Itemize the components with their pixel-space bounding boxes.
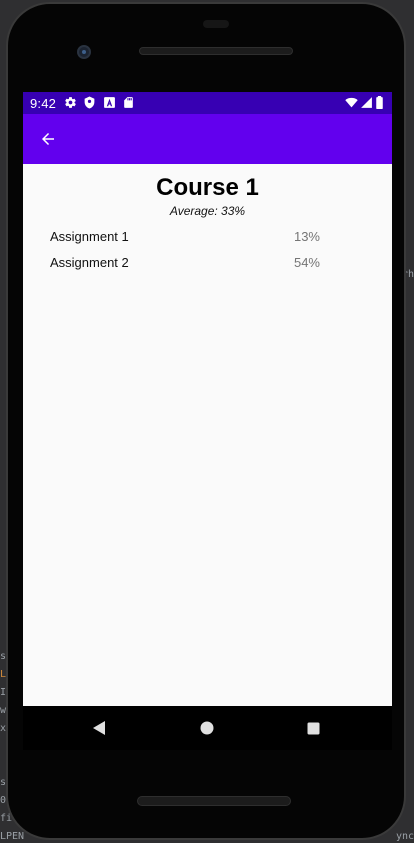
nav-home-button[interactable] xyxy=(197,718,217,738)
navigation-bar xyxy=(23,706,392,750)
arrow-left-icon xyxy=(39,130,57,148)
nav-recents-button[interactable] xyxy=(303,718,323,738)
app-bar xyxy=(23,114,392,164)
course-title: Course 1 xyxy=(156,174,259,201)
signal-icon xyxy=(360,96,373,109)
wifi-icon xyxy=(345,96,358,109)
sd-card-icon xyxy=(122,96,135,109)
a-icon xyxy=(103,96,116,109)
home-circle-icon xyxy=(200,721,214,735)
gear-icon xyxy=(64,96,77,109)
assignment-score: 54% xyxy=(293,255,320,270)
status-time: 9:42 xyxy=(30,96,57,111)
bottom-speaker xyxy=(137,796,291,806)
earpiece xyxy=(203,20,229,28)
shield-icon xyxy=(83,96,96,109)
assignment-name: Assignment 1 xyxy=(50,229,129,244)
assignment-name: Assignment 2 xyxy=(50,255,129,270)
app-screen: 9:42 Course 1 Average: 33% Assignment 1 … xyxy=(23,92,392,706)
back-button[interactable] xyxy=(33,124,63,154)
top-speaker xyxy=(139,47,293,55)
back-triangle-icon xyxy=(92,720,106,736)
battery-icon xyxy=(375,96,384,109)
front-camera xyxy=(77,45,91,59)
course-average: Average: 33% xyxy=(169,204,246,218)
backdrop-text: LPEN xyxy=(0,831,25,842)
nav-back-button[interactable] xyxy=(89,718,109,738)
assignment-row[interactable]: Assignment 1 13% xyxy=(23,226,392,248)
assignment-row[interactable]: Assignment 2 54% xyxy=(23,252,392,274)
status-bar: 9:42 xyxy=(23,92,392,114)
backdrop-text: ync xyxy=(396,831,414,842)
assignment-score: 13% xyxy=(293,229,320,244)
recents-square-icon xyxy=(307,722,320,735)
